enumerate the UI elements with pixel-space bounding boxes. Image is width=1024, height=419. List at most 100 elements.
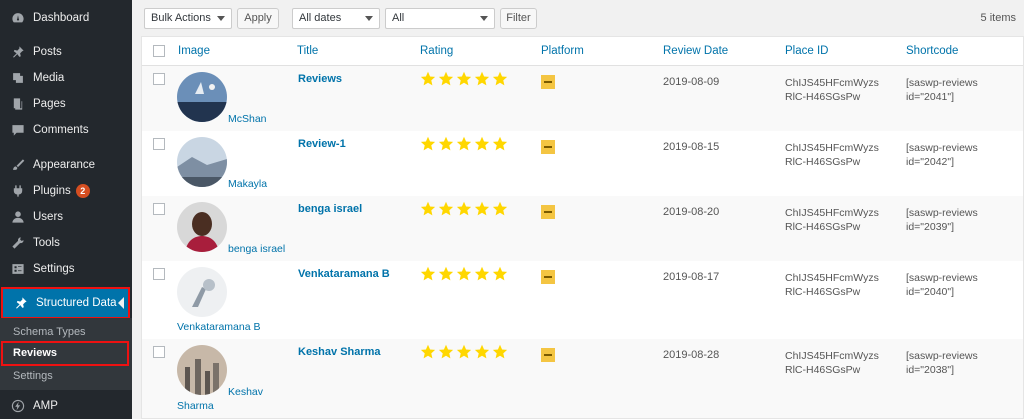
sidebar-item-comments[interactable]: Comments	[0, 117, 132, 143]
row-checkbox[interactable]	[153, 268, 165, 280]
place-id: ChIJS45HFcmWyzsRlC-H46SGsPw	[785, 350, 879, 376]
table-row: Keshav Sharma Keshav Sharma 2019-08-28 C…	[142, 339, 1023, 418]
amp-icon	[11, 399, 25, 413]
column-header-title[interactable]: Title	[297, 45, 318, 57]
sidebar-item-amp[interactable]: AMP	[0, 393, 132, 419]
select-all-checkbox[interactable]	[153, 45, 165, 57]
sidebar-item-pages[interactable]: Pages	[0, 91, 132, 117]
place-id: ChIJS45HFcmWyzsRlC-H46SGsPw	[785, 207, 879, 233]
sidebar-item-appearance[interactable]: Appearance	[0, 152, 132, 178]
sidebar-item-label: Dashboard	[33, 12, 90, 24]
chevron-down-icon	[217, 16, 225, 21]
users-icon	[11, 210, 25, 224]
filter-button[interactable]: Filter	[500, 8, 537, 29]
column-header-rating[interactable]: Rating	[420, 45, 453, 57]
column-header-place-id[interactable]: Place ID	[785, 45, 828, 57]
review-title-link[interactable]: Keshav Sharma	[298, 346, 381, 358]
review-title-link[interactable]: Reviews	[298, 73, 342, 85]
sidebar-item-label: Structured Data	[36, 297, 117, 309]
place-id: ChIJS45HFcmWyzsRlC-H46SGsPw	[785, 77, 879, 103]
submenu-item-settings[interactable]: Settings	[13, 370, 53, 382]
star-icon	[492, 71, 508, 87]
rating-stars	[420, 201, 510, 217]
column-header-image[interactable]: Image	[178, 45, 210, 57]
reviewer-name-link[interactable]: benga israel	[228, 243, 285, 255]
star-icon	[456, 344, 472, 360]
reviewer-name-link[interactable]: Venkataramana B	[177, 321, 260, 333]
paintbrush-icon	[11, 158, 25, 172]
sidebar-item-label: Users	[33, 211, 64, 223]
review-date: 2019-08-28	[663, 349, 720, 361]
shortcode: [saswp-reviews id="2039"]	[906, 207, 978, 233]
sidebar-item-label: Settings	[33, 263, 75, 275]
google-platform-icon	[541, 140, 555, 154]
review-date: 2019-08-15	[663, 141, 720, 153]
bulk-actions-select[interactable]: Bulk Actions	[144, 8, 232, 29]
review-title-link[interactable]: benga israel	[298, 203, 362, 215]
reviewer-avatar	[177, 202, 227, 252]
sidebar-item-label: Comments	[33, 124, 89, 136]
star-icon	[492, 136, 508, 152]
bulk-actions-value: Bulk Actions	[151, 12, 211, 24]
shortcode: [saswp-reviews id="2041"]	[906, 77, 978, 103]
column-header-review-date[interactable]: Review Date	[663, 45, 728, 57]
apply-button[interactable]: Apply	[237, 8, 279, 29]
row-checkbox[interactable]	[153, 73, 165, 85]
google-platform-icon	[541, 348, 555, 362]
sidebar-item-label: Plugins	[33, 185, 71, 197]
dashboard-icon	[11, 11, 25, 25]
table-row: benga israel benga israel 2019-08-20 ChI…	[142, 196, 1023, 261]
sidebar-item-settings[interactable]: Settings	[0, 256, 132, 282]
reviewer-avatar	[177, 345, 227, 395]
star-icon	[420, 344, 436, 360]
star-icon	[420, 71, 436, 87]
platform-filter-value: All	[392, 12, 405, 24]
star-icon	[420, 201, 436, 217]
rating-stars	[420, 136, 510, 152]
sidebar-item-structured-data[interactable]: Structured Data	[1, 287, 130, 319]
sidebar-item-users[interactable]: Users	[0, 204, 132, 230]
shortcode: [saswp-reviews id="2040"]	[906, 272, 978, 298]
pushpin-icon	[14, 296, 28, 310]
sidebar-item-label: Media	[33, 72, 65, 84]
date-filter-select[interactable]: All dates	[292, 8, 380, 29]
pages-icon	[11, 97, 25, 111]
sidebar-item-dashboard[interactable]: Dashboard	[0, 5, 132, 31]
sidebar-item-plugins[interactable]: Plugins 2	[0, 178, 132, 204]
star-icon	[474, 201, 490, 217]
column-header-shortcode[interactable]: Shortcode	[906, 45, 958, 57]
date-filter-value: All dates	[299, 12, 342, 24]
sidebar-item-posts[interactable]: Posts	[0, 39, 132, 65]
review-title-link[interactable]: Venkataramana B	[298, 268, 390, 280]
reviewer-name-link[interactable]: Sharma	[177, 400, 214, 412]
admin-sidebar: Dashboard Posts Media Pages Comments App…	[0, 0, 132, 419]
submenu-item-schema-types[interactable]: Schema Types	[13, 326, 86, 338]
review-date: 2019-08-17	[663, 271, 720, 283]
star-icon	[492, 266, 508, 282]
row-checkbox[interactable]	[153, 138, 165, 150]
row-checkbox[interactable]	[153, 203, 165, 215]
sidebar-item-label: Pages	[33, 98, 66, 110]
sidebar-item-tools[interactable]: Tools	[0, 230, 132, 256]
chevron-down-icon	[480, 16, 488, 21]
active-menu-caret	[118, 297, 124, 309]
platform-filter-select[interactable]: All	[385, 8, 495, 29]
google-platform-icon	[541, 205, 555, 219]
column-header-platform[interactable]: Platform	[541, 45, 584, 57]
reviews-table: Image Title Rating Platform Review Date …	[141, 36, 1024, 419]
row-checkbox[interactable]	[153, 346, 165, 358]
sidebar-item-label: AMP	[33, 400, 58, 412]
table-row: McShan Reviews 2019-08-09 ChIJS45HFcmWyz…	[142, 66, 1023, 131]
reviewer-name-link[interactable]: Makayla	[228, 178, 267, 190]
table-row: Venkataramana B Venkataramana B 2019-08-…	[142, 261, 1023, 333]
sidebar-item-media[interactable]: Media	[0, 65, 132, 91]
place-id: ChIJS45HFcmWyzsRlC-H46SGsPw	[785, 142, 879, 168]
reviewer-name-link[interactable]: McShan	[228, 113, 267, 125]
submenu-item-reviews[interactable]: Reviews	[1, 341, 129, 366]
reviewer-name-link[interactable]: Keshav	[228, 386, 263, 398]
star-icon	[474, 136, 490, 152]
sidebar-item-label: Posts	[33, 46, 62, 58]
star-icon	[456, 71, 472, 87]
review-title-link[interactable]: Review-1	[298, 138, 346, 150]
star-icon	[456, 136, 472, 152]
